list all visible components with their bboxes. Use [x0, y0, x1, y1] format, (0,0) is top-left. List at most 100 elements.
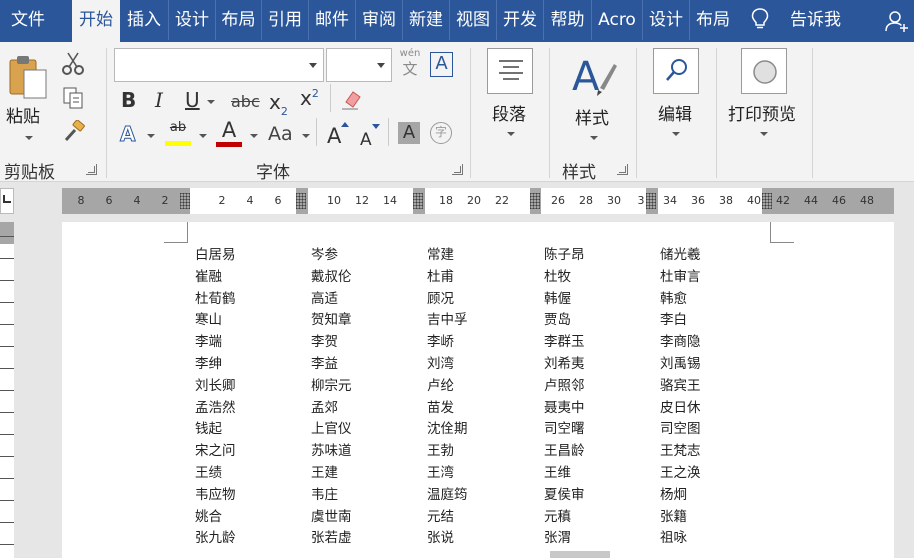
vertical-ruler[interactable] [0, 222, 14, 558]
change-case-dropdown-arrow[interactable] [302, 134, 310, 138]
lightbulb-icon[interactable] [751, 8, 769, 30]
copy-icon[interactable] [62, 86, 84, 110]
styles-dropdown-arrow[interactable] [590, 136, 598, 140]
paste-dropdown-arrow[interactable] [25, 136, 33, 140]
print-preview-icon-box[interactable] [741, 48, 787, 94]
poet-name[interactable]: 张渭 [544, 529, 571, 547]
poet-name[interactable]: 司空图 [660, 420, 701, 438]
tab-view[interactable]: 视图 [450, 0, 496, 40]
poet-name[interactable]: 杨炯 [660, 486, 687, 504]
poet-name[interactable]: 姚合 [195, 508, 222, 526]
poet-name[interactable]: 储光羲 [660, 246, 701, 264]
superscript-button[interactable]: x2 [300, 86, 319, 110]
change-case-button[interactable]: Aa [268, 122, 293, 146]
poet-name[interactable]: 李益 [311, 355, 338, 373]
tab-selector[interactable] [0, 188, 14, 214]
poet-name[interactable]: 祖咏 [660, 529, 687, 547]
poet-name[interactable]: 崔融 [195, 268, 222, 286]
font-name-input[interactable] [115, 49, 285, 79]
text-effects-button[interactable]: A [119, 122, 136, 147]
poet-name[interactable]: 王维 [544, 464, 571, 482]
poet-name[interactable]: 虞世南 [311, 508, 352, 526]
poet-name[interactable]: 李商隐 [660, 333, 701, 351]
underline-button[interactable]: U [185, 88, 200, 112]
clear-formatting-icon[interactable] [340, 88, 364, 112]
font-size-input[interactable] [327, 49, 371, 79]
paste-label[interactable]: 粘贴 [6, 102, 40, 127]
column-marker[interactable] [180, 193, 190, 209]
poet-name[interactable]: 贾岛 [544, 311, 571, 329]
font-name-combobox[interactable] [114, 48, 324, 82]
tell-me-search[interactable]: 告诉我 [790, 0, 841, 40]
poet-name[interactable]: 孟郊 [311, 399, 338, 417]
tab-table-design[interactable]: 设计 [643, 0, 689, 40]
poet-name[interactable]: 李贺 [311, 333, 338, 351]
poet-name[interactable]: 寒山 [195, 311, 222, 329]
poet-name[interactable]: 白居易 [195, 246, 236, 264]
poet-name[interactable]: 卢纶 [427, 377, 454, 395]
character-shading-button[interactable]: A [398, 122, 420, 144]
poet-name[interactable]: 陈子昂 [544, 246, 585, 264]
grow-font-button[interactable]: A [327, 124, 341, 148]
paste-icon[interactable] [8, 54, 50, 100]
tab-mailings[interactable]: 邮件 [309, 0, 355, 40]
editing-icon-box[interactable] [653, 48, 699, 94]
tab-layout[interactable]: 布局 [216, 0, 261, 40]
poet-name[interactable]: 张说 [427, 529, 454, 547]
poet-name[interactable]: 张籍 [660, 508, 687, 526]
document-page[interactable]: 白居易 岑参 常建 陈子昂 储光羲 崔融 戴叔伦 杜甫 杜牧 杜审言 杜荀鹤 高适 顾况 韩偓 韩愈 寒山 贺知… [62, 222, 894, 558]
poet-name[interactable]: 王之涣 [660, 464, 701, 482]
paragraph-icon-box[interactable] [487, 48, 533, 94]
poet-name[interactable]: 王勃 [427, 442, 454, 460]
tab-table-layout[interactable]: 布局 [690, 0, 736, 40]
tab-new[interactable]: 新建 [403, 0, 449, 40]
subscript-button[interactable]: x2 [269, 90, 288, 118]
bold-button[interactable]: B [121, 88, 136, 112]
poet-name[interactable]: 元结 [427, 508, 454, 526]
poet-name[interactable]: 李端 [195, 333, 222, 351]
scrollbar-thumb[interactable] [550, 551, 610, 558]
poet-name[interactable]: 刘希夷 [544, 355, 585, 373]
phonetic-guide-button[interactable]: wén 文 [399, 48, 421, 84]
tab-help[interactable]: 帮助 [544, 0, 591, 40]
poet-name[interactable]: 戴叔伦 [311, 268, 352, 286]
poet-name[interactable]: 李群玉 [544, 333, 585, 351]
poet-name[interactable]: 宋之问 [195, 442, 236, 460]
poet-name[interactable]: 杜审言 [660, 268, 701, 286]
poet-name[interactable]: 韩愈 [660, 290, 687, 308]
poet-name[interactable]: 柳宗元 [311, 377, 352, 395]
poet-name[interactable]: 张若虚 [311, 529, 352, 547]
poet-name[interactable]: 元稹 [544, 508, 571, 526]
styles-dialog-launcher[interactable] [617, 164, 628, 175]
poet-name[interactable]: 张九龄 [195, 529, 236, 547]
poet-name[interactable]: 王建 [311, 464, 338, 482]
poet-name[interactable]: 杜荀鹤 [195, 290, 236, 308]
poet-name[interactable]: 温庭筠 [427, 486, 468, 504]
column-marker[interactable] [413, 193, 423, 209]
font-size-combobox[interactable] [326, 48, 392, 82]
paragraph-button-label[interactable]: 段落 [492, 100, 526, 125]
poet-name[interactable]: 吉中孚 [427, 311, 468, 329]
italic-button[interactable]: I [155, 88, 163, 112]
poet-name[interactable]: 苏味道 [311, 442, 352, 460]
tab-references[interactable]: 引用 [262, 0, 308, 40]
poet-name[interactable]: 李峤 [427, 333, 454, 351]
poet-name[interactable]: 司空曙 [544, 420, 585, 438]
tab-review[interactable]: 审阅 [356, 0, 402, 40]
poet-name[interactable]: 刘湾 [427, 355, 454, 373]
poet-name[interactable]: 王湾 [427, 464, 454, 482]
poet-name[interactable]: 顾况 [427, 290, 454, 308]
editing-button-label[interactable]: 编辑 [658, 100, 692, 125]
styles-icon[interactable]: A [570, 50, 618, 98]
print-preview-label[interactable]: 打印预览 [728, 100, 796, 125]
poet-name[interactable]: 韦应物 [195, 486, 236, 504]
shrink-font-button[interactable]: A [360, 128, 372, 152]
poet-name[interactable]: 苗发 [427, 399, 454, 417]
text-effects-dropdown-arrow[interactable] [147, 134, 155, 138]
chevron-down-icon[interactable] [377, 63, 385, 68]
format-painter-icon[interactable] [62, 120, 86, 144]
poet-name[interactable]: 皮日休 [660, 399, 701, 417]
poet-name[interactable]: 沈佺期 [427, 420, 468, 438]
print-preview-dropdown-arrow[interactable] [760, 132, 768, 136]
tab-file[interactable]: 文件 [0, 0, 56, 40]
